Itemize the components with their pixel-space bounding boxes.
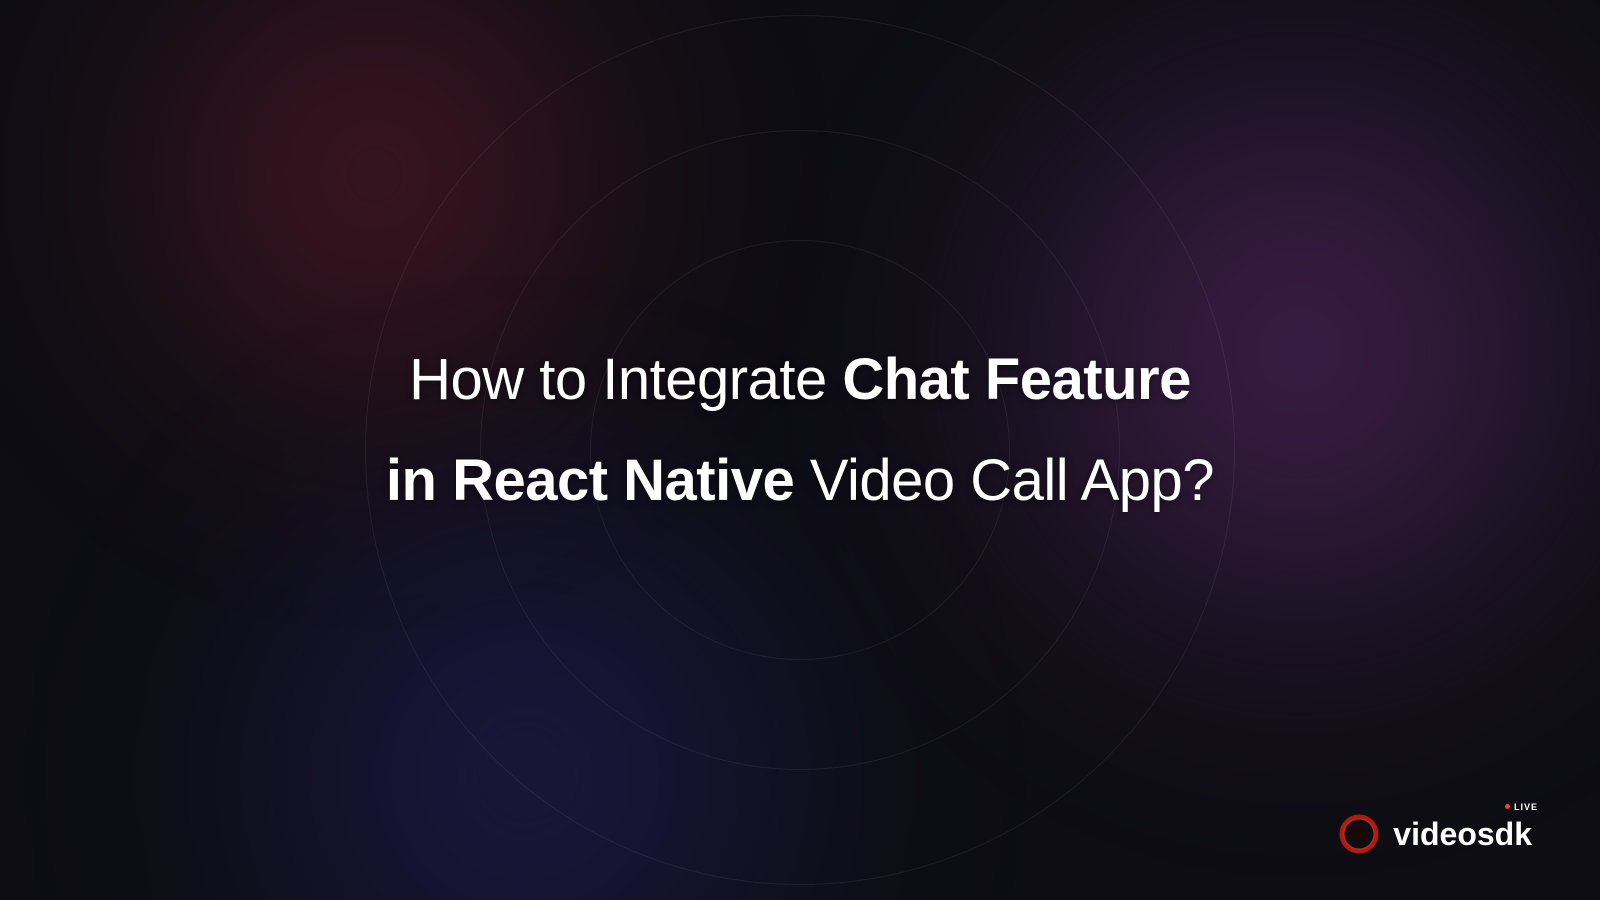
title-line1-bold: Chat Feature (842, 347, 1191, 412)
hero-banner: How to Integrate Chat Feature in React N… (0, 0, 1600, 900)
logo-text-wrap: LIVE videosdk (1393, 816, 1532, 853)
live-dot-icon (1505, 804, 1510, 809)
live-badge-text: LIVE (1514, 802, 1538, 812)
logo-icon (1339, 814, 1379, 854)
page-title: How to Integrate Chat Feature in React N… (386, 329, 1214, 532)
title-line2-bold: in React Native (386, 448, 810, 513)
title-container: How to Integrate Chat Feature in React N… (0, 0, 1600, 900)
brand-logo: LIVE videosdk (1339, 814, 1532, 854)
title-line1-prefix: How to Integrate (409, 347, 842, 412)
title-line2-suffix: Video Call App? (810, 448, 1214, 513)
live-badge: LIVE (1505, 802, 1538, 812)
brand-name: videosdk (1393, 816, 1532, 852)
